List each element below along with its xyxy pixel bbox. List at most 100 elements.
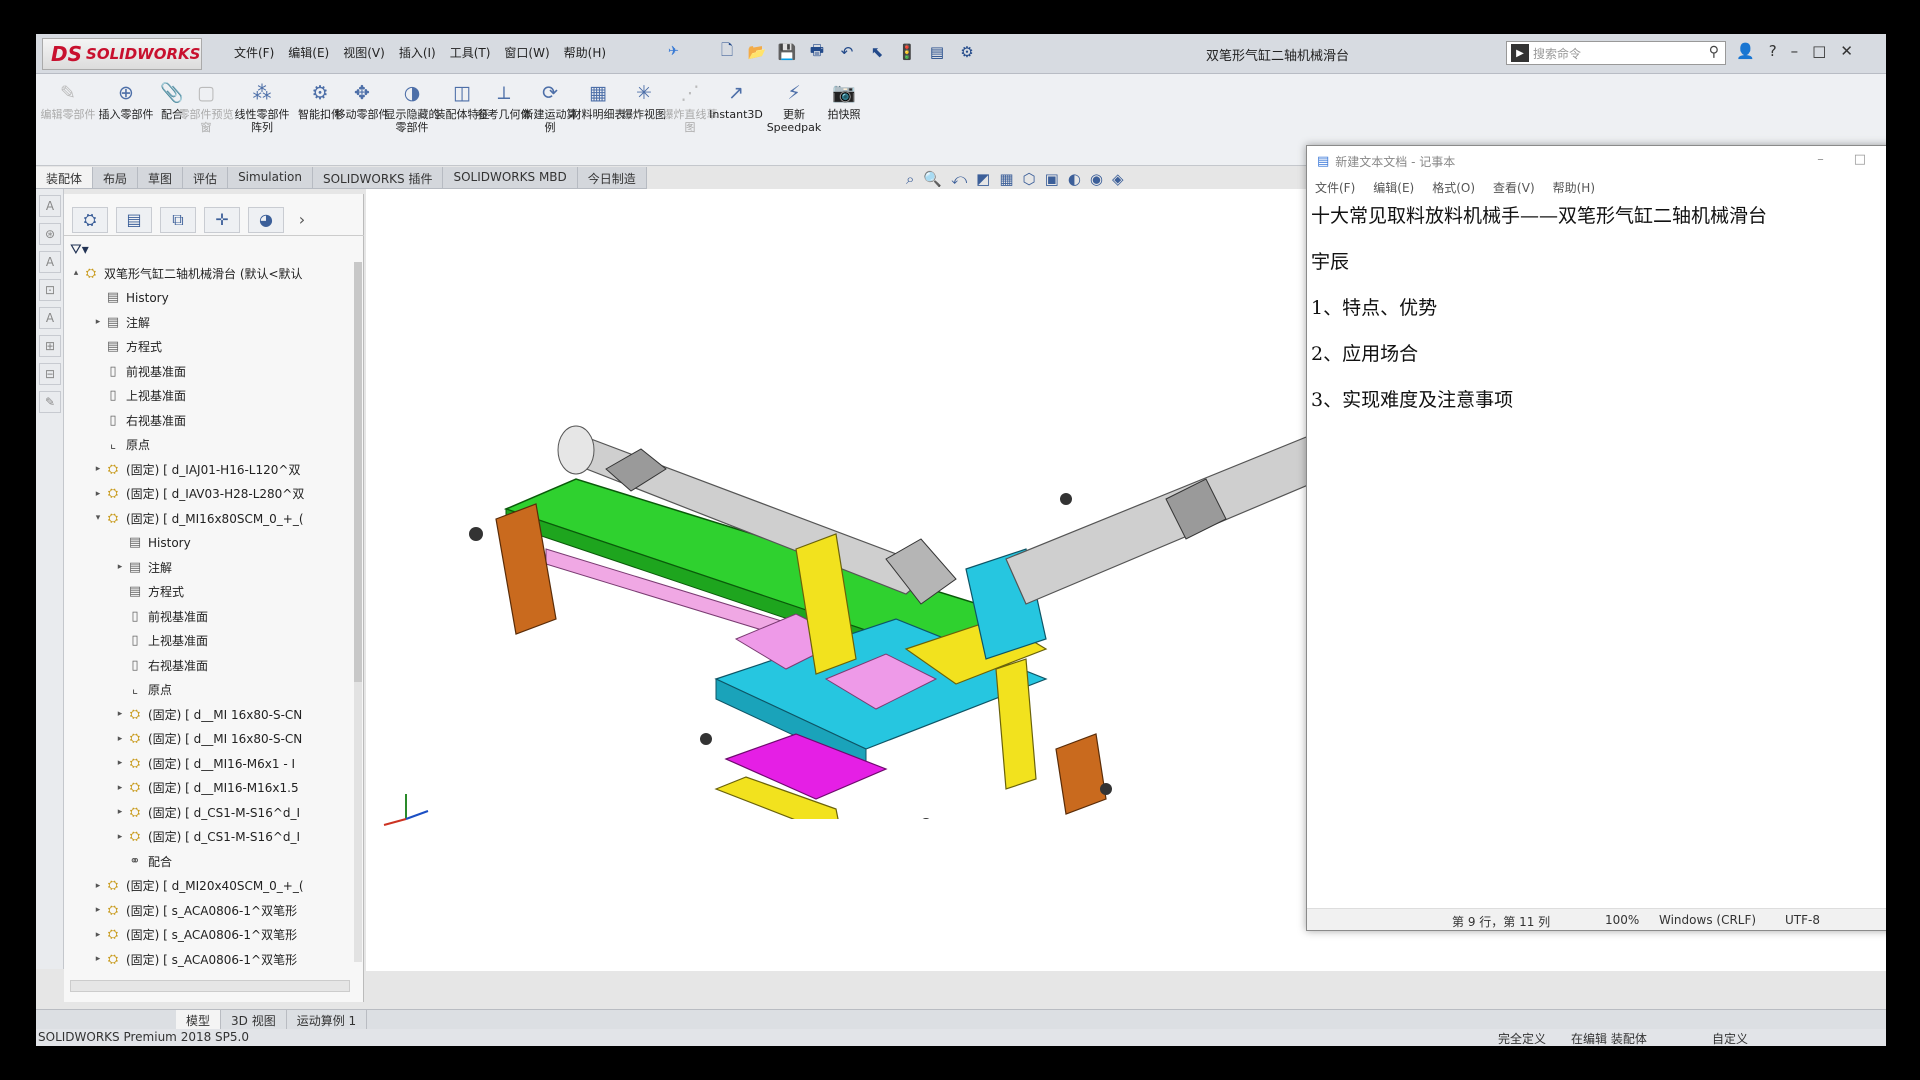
tree-node[interactable]: ▸ ⛭ (固定) [ s_ACA0806-1^双笔形 [92,899,297,921]
tab-mbd[interactable]: SOLIDWORKS MBD [443,167,578,188]
maximize-icon[interactable]: □ [1812,42,1826,60]
expand-toggle-icon[interactable]: ▸ [92,954,104,964]
tree-node[interactable]: ▾ ⛭ (固定) [ d_MI16x80SCM_0_+_( [92,507,304,529]
select-icon[interactable]: ⬉ [866,41,888,63]
tree-horizontal-scrollbar[interactable] [70,980,350,992]
dynamic-annotation-icon[interactable]: ▦ [999,170,1013,188]
ribbon-button-edit-component[interactable]: ✎ 编辑零部件 [40,80,96,121]
scene-icon[interactable]: ◈ [1112,170,1124,188]
minimize-icon[interactable]: – [1791,42,1799,60]
strip-tool-2-icon[interactable]: ⊛ [39,223,61,245]
expand-toggle-icon[interactable]: ▸ [92,464,104,474]
save-icon[interactable]: 💾 [776,41,798,63]
tree-node[interactable]: ▸ ⛭ (固定) [ d_CS1-M-S16^d_I [114,826,300,848]
expand-toggle-icon[interactable]: ▸ [114,709,126,719]
menu-file[interactable]: 文件(F) [234,44,274,61]
notepad-menu-view[interactable]: 查看(V) [1493,179,1535,196]
expand-toggle-icon[interactable]: ▸ [92,881,104,891]
tree-node[interactable]: ▯ 前视基准面 [114,605,208,627]
view-orientation-icon[interactable]: ⬡ [1023,170,1036,188]
tree-node[interactable]: ▸ ⛭ (固定) [ d__MI 16x80-S-CN [114,728,303,750]
zoom-to-fit-icon[interactable]: ⌕ [906,170,914,188]
expand-toggle-icon[interactable]: ▾ [92,513,104,523]
tree-node[interactable]: ▯ 前视基准面 [92,360,186,382]
tab-assembly[interactable]: 装配体 [36,167,94,188]
notepad-maximize-icon[interactable]: □ [1854,152,1866,167]
display-style-icon[interactable]: ▣ [1045,170,1059,188]
strip-tool-4-icon[interactable]: ⊡ [39,279,61,301]
strip-tool-5-icon[interactable]: A [39,307,61,329]
notepad-minimize-icon[interactable]: – [1817,152,1824,167]
tree-node[interactable]: ⚭ 配合 [114,850,172,872]
configuration-manager-tab-icon[interactable]: ⧉ [160,206,196,233]
filter-icon[interactable]: ⛛▾ [70,242,89,258]
tab-sketch[interactable]: 草图 [138,167,184,188]
close-icon[interactable]: ✕ [1840,42,1853,60]
menu-window[interactable]: 窗口(W) [504,44,549,61]
expand-toggle-icon[interactable]: ▸ [92,489,104,499]
menu-help[interactable]: 帮助(H) [564,44,606,61]
undo-icon[interactable]: ↶ [836,41,858,63]
tab-addins[interactable]: SOLIDWORKS 插件 [313,167,444,188]
tree-node[interactable]: ▤ 方程式 [92,336,162,358]
expand-toggle-icon[interactable]: ▸ [92,930,104,940]
feature-manager-tab-icon[interactable]: ⛭ [72,206,108,233]
tree-scroll-thumb[interactable] [354,262,362,682]
section-view-icon[interactable]: ◩ [976,170,990,188]
search-icon[interactable]: ⚲ [1709,44,1719,60]
expand-toggle-icon[interactable]: ▴ [70,268,82,278]
display-manager-tab-icon[interactable]: ◕ [248,206,284,233]
strip-tool-6-icon[interactable]: ⊞ [39,335,61,357]
tree-node[interactable]: ▸ ▤ 注解 [92,311,150,333]
ribbon-button-move-component[interactable]: ✥ 移动零部件 [334,80,390,121]
expand-toggle-icon[interactable]: ▸ [114,758,126,768]
tree-node[interactable]: ▤ 方程式 [114,581,184,603]
expand-toggle-icon[interactable]: ▸ [92,317,104,327]
tab-manufacture[interactable]: 今日制造 [578,167,647,188]
tree-node[interactable]: ▸ ⛭ (固定) [ d_MI20x40SCM_0_+_( [92,875,304,897]
tree-node[interactable]: ▸ ⛭ (固定) [ d__MI16-M16x1.5 [114,777,299,799]
strip-tool-8-icon[interactable]: ✎ [39,391,61,413]
tree-node[interactable]: ▤ History [92,287,169,309]
menu-view[interactable]: 视图(V) [343,44,385,61]
strip-tool-1-icon[interactable]: A [39,195,61,217]
open-icon[interactable]: 📂 [746,41,768,63]
expand-toggle-icon[interactable]: ▸ [114,734,126,744]
hide-show-icon[interactable]: ◐ [1068,170,1081,188]
ribbon-button-show-hidden[interactable]: ◑ 显示隐藏的零部件 [384,80,440,134]
pin-icon[interactable]: ✈ [668,44,679,59]
zoom-area-icon[interactable]: 🔍 [923,170,942,188]
expand-toggle-icon[interactable]: ▸ [114,807,126,817]
expand-toggle-icon[interactable]: ▸ [92,905,104,915]
notepad-menu-help[interactable]: 帮助(H) [1553,179,1595,196]
tree-node[interactable]: ▯ 右视基准面 [92,409,186,431]
tree-node[interactable]: ▸ ⛭ (固定) [ s_ACA0806-1^双笔形 [92,948,297,970]
tree-node[interactable]: ▤ History [114,532,191,554]
tree-node[interactable]: ▸ ⛭ (固定) [ d_CS1-M-S16^d_I [114,801,300,823]
menu-tools[interactable]: 工具(T) [450,44,491,61]
menu-insert[interactable]: 插入(I) [399,44,436,61]
solidworks-logo[interactable]: DS SOLIDWORKS [42,38,202,70]
appearance-icon[interactable]: ◉ [1090,170,1103,188]
tab-simulation[interactable]: Simulation [228,167,313,188]
tree-node[interactable]: ▯ 上视基准面 [92,385,186,407]
tree-vertical-scrollbar[interactable] [354,262,362,962]
tab-motion-study[interactable]: 运动算例 1 [287,1010,368,1029]
help-icon[interactable]: ? [1769,42,1777,60]
dimxpert-tab-icon[interactable]: ✛ [204,206,240,233]
tree-node[interactable]: ⌞ 原点 [92,434,150,456]
options-icon[interactable]: ⚙ [956,41,978,63]
tree-node[interactable]: ⌞ 原点 [114,679,172,701]
units-dropdown[interactable]: 自定义 [1712,1030,1748,1046]
tab-evaluate[interactable]: 评估 [183,167,229,188]
tree-node[interactable]: ▸ ⛭ (固定) [ d_IAV03-H28-L280^双 [92,483,305,505]
strip-tool-7-icon[interactable]: ⊟ [39,363,61,385]
tab-3d-views[interactable]: 3D 视图 [221,1010,287,1029]
expand-toggle-icon[interactable]: ▸ [114,562,126,572]
tree-node[interactable]: ▸ ▤ 注解 [114,556,172,578]
tree-node[interactable]: ▸ ⛭ (固定) [ d__MI16-M6x1 - I [114,752,295,774]
new-icon[interactable]: 🗋 [716,41,738,63]
tree-node[interactable]: ▸ ⛭ (固定) [ s_ACA0806-1^双笔形 [92,924,297,946]
property-manager-tab-icon[interactable]: ▤ [116,206,152,233]
menu-edit[interactable]: 编辑(E) [288,44,329,61]
